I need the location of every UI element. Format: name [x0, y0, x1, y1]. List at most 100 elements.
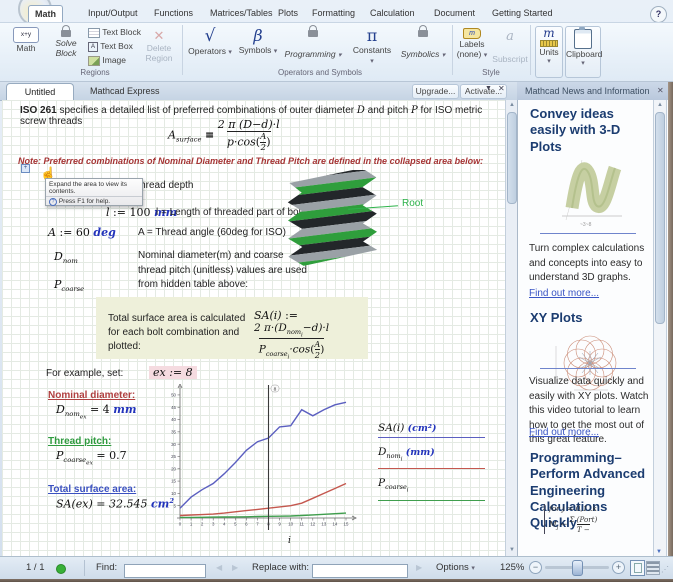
scroll-up-icon[interactable]: ▲	[654, 100, 666, 111]
total-surface-area-value-region[interactable]: SA(ex) = 32.545 cm2	[56, 497, 174, 511]
operators-button[interactable]: √ Operators ▾	[188, 26, 232, 56]
svg-text:10: 10	[288, 522, 293, 527]
xy-plot[interactable]: 5101520253035404550012345678910111213141…	[164, 384, 364, 534]
tab-getting-started[interactable]: Getting Started	[486, 5, 559, 21]
collapsed-area-marker[interactable]: +	[21, 164, 30, 173]
svg-text:2: 2	[201, 522, 204, 527]
close-panel-icon[interactable]: ✕	[657, 86, 664, 95]
example-definition-region[interactable]: ex := 8	[149, 366, 197, 379]
find-out-more-link-2[interactable]: Find out more...	[529, 427, 599, 438]
app-edition-label: Mathcad Express	[90, 86, 160, 96]
units-button[interactable]: m Units ▾	[535, 26, 563, 78]
zoom-in-button[interactable]: +	[612, 561, 625, 574]
scroll-down-icon[interactable]: ▼	[656, 549, 662, 555]
worksheet[interactable]: ISO 261 specifies a detailed list of pre…	[2, 100, 505, 556]
document-tab-untitled[interactable]: Untitled	[6, 83, 74, 101]
svg-text:10: 10	[171, 491, 176, 496]
example-label: For example, set:	[46, 368, 123, 379]
thread-pitch-value-region[interactable]: Pcoarseex = 0.7	[56, 449, 127, 467]
delete-region-button: ✕ Delete Region	[140, 28, 178, 64]
text-box-button[interactable]: A Text Box	[88, 41, 133, 52]
surface-area-formula-region[interactable]: Asurface ≡ 2 π (D−d)·l p·cos(A2)	[168, 118, 280, 153]
options-button[interactable]: Options ▾	[436, 562, 475, 573]
symbols-icon: β	[253, 26, 262, 45]
thread-pitch-heading: Thread pitch:	[48, 436, 111, 447]
svg-text:0: 0	[179, 522, 182, 527]
tab-matrices-tables[interactable]: Matrices/Tables	[204, 5, 279, 21]
tab-math[interactable]: Math	[28, 5, 63, 22]
replace-label: Replace with:	[252, 562, 309, 573]
find-input[interactable]	[124, 564, 206, 578]
dnom-symbol-region[interactable]: Dnom	[54, 250, 78, 265]
image-button[interactable]: Image	[88, 55, 126, 66]
text-box-icon: A	[88, 42, 98, 52]
symbols-button[interactable]: β Symbols ▾	[238, 26, 278, 55]
math-region-button[interactable]: x+y Math	[8, 27, 44, 53]
zoom-slider-thumb[interactable]	[572, 560, 583, 576]
zoom-out-button[interactable]: −	[529, 561, 542, 574]
help-button[interactable]: ?	[650, 6, 667, 23]
programming-button[interactable]: Programming ▾	[282, 29, 344, 59]
sa-definition-region[interactable]: Total surface area is calculated for eac…	[96, 297, 368, 359]
resize-grip[interactable]: ⋰	[661, 565, 669, 574]
pcoarse-symbol-region[interactable]: Pcoarse	[54, 278, 84, 293]
tab-strip-menu-button[interactable]: ▼	[485, 85, 492, 92]
worksheet-scrollbar-thumb[interactable]	[507, 112, 517, 204]
page-view-button[interactable]	[630, 560, 645, 576]
constants-icon: π	[367, 26, 378, 45]
upgrade-button[interactable]: Upgrade...	[412, 84, 459, 99]
root-label: Root	[402, 198, 423, 209]
news-panel: Convey ideas easily with 3-D Plots ~3~8 …	[517, 100, 669, 556]
status-bar: 1 / 1 Find: ◀ ▶ Replace with: ▶ Options …	[0, 556, 673, 579]
find-previous-icon[interactable]: ◀	[216, 563, 222, 572]
label-tag-icon: m	[463, 28, 481, 39]
operators-icon: √	[205, 26, 216, 46]
solve-block-button[interactable]: Solve Block	[48, 29, 84, 59]
chevron-down-icon: ▾	[338, 52, 342, 59]
labels-button[interactable]: m Labels (none) ▾	[455, 27, 489, 59]
svg-text:6: 6	[245, 522, 248, 527]
svg-text:~3~8: ~3~8	[580, 222, 592, 228]
clipboard-button[interactable]: Clipboard ▾	[565, 26, 601, 78]
nominal-diameter-heading: Nominal diameter:	[48, 390, 135, 401]
tab-formatting[interactable]: Formatting	[306, 5, 361, 21]
units-icon: m	[536, 27, 562, 40]
style-group-caption: Style	[452, 68, 530, 77]
svg-text:8: 8	[274, 386, 277, 392]
subscript-button: a Subscript	[492, 29, 528, 64]
note-text-region[interactable]: Note: Preferred combinations of Nominal …	[18, 156, 498, 166]
angle-definition-region[interactable]: A := 60 deg	[48, 226, 116, 239]
constants-button[interactable]: π Constants ▾	[350, 26, 394, 65]
clipboard-icon	[574, 29, 592, 49]
tab-functions[interactable]: Functions	[148, 5, 199, 21]
zoom-level: 125%	[500, 562, 524, 573]
tab-calculation[interactable]: Calculation	[364, 5, 421, 21]
replace-input[interactable]	[312, 564, 408, 578]
plot-x-axis-label: i	[288, 536, 291, 546]
tab-document[interactable]: Document	[428, 5, 481, 21]
find-out-more-link-1[interactable]: Find out more...	[529, 288, 599, 299]
news-panel-header: Mathcad News and Information ✕	[517, 82, 668, 101]
legend-line-pcoarse	[378, 500, 485, 501]
plot-legend[interactable]: SA(i) (cm²) Dnomi (mm) Pcoarsei	[378, 422, 485, 501]
section-divider	[540, 233, 636, 234]
lock-icon	[308, 30, 318, 37]
section-divider	[540, 368, 636, 369]
replace-icon[interactable]: ▶	[416, 563, 422, 572]
tab-plots[interactable]: Plots	[272, 5, 304, 21]
delete-region-icon: ✕	[154, 28, 165, 43]
news-scrollbar-thumb[interactable]	[655, 112, 665, 324]
svg-text:11: 11	[299, 522, 304, 527]
symbolics-button[interactable]: Symbolics ▾	[400, 29, 446, 59]
legend-line-dnom	[378, 468, 485, 469]
nominal-diameter-value-region[interactable]: Dnomex = 4 mm	[56, 403, 136, 421]
window-edge-right	[668, 82, 673, 582]
news-panel-scrollbar[interactable]: ▲ ▼	[653, 100, 667, 556]
svg-text:5: 5	[234, 522, 237, 527]
text-block-button[interactable]: Text Block	[88, 27, 141, 38]
find-next-icon[interactable]: ▶	[232, 563, 238, 572]
page-indicator: 1 / 1	[26, 562, 45, 573]
close-document-button[interactable]: ✕	[498, 84, 505, 93]
tab-input-output[interactable]: Input/Output	[82, 5, 144, 21]
draft-view-button[interactable]	[646, 561, 660, 575]
